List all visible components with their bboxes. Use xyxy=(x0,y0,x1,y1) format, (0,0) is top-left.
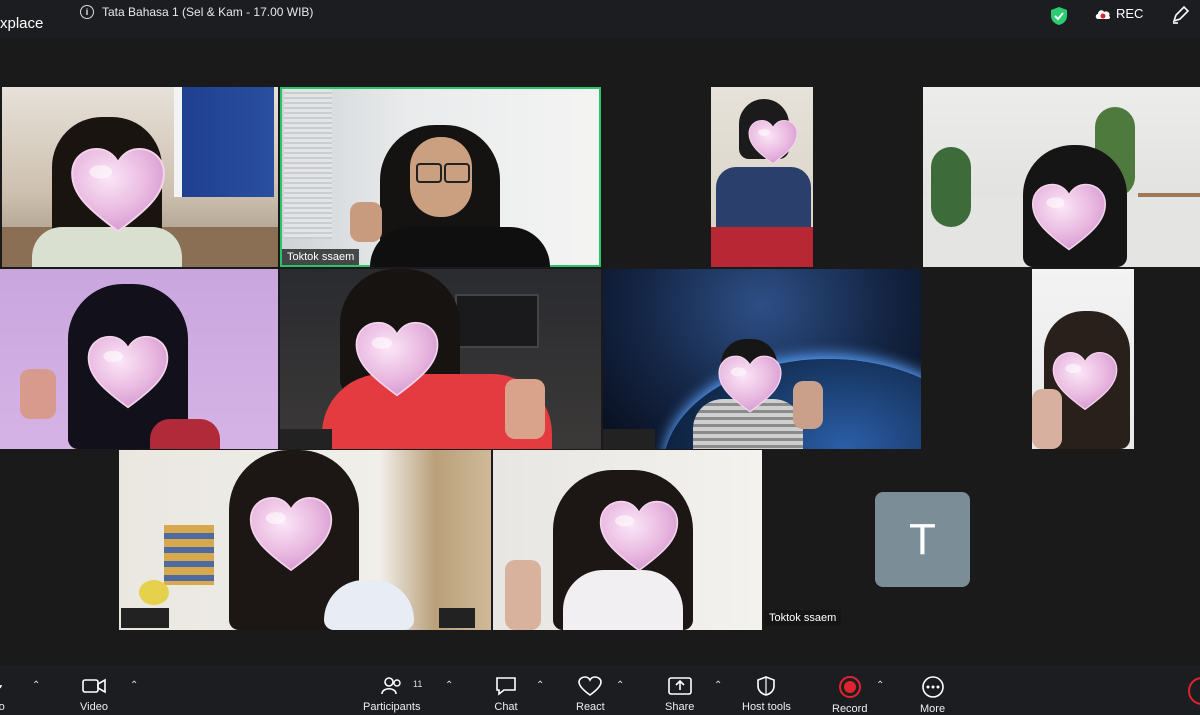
meeting-controls-bar: udio ⌃ Video ⌃ Participants 11 ⌃ Chat ⌃ … xyxy=(0,665,1200,715)
share-button[interactable]: Share xyxy=(665,675,694,713)
react-options-caret-icon[interactable]: ⌃ xyxy=(616,680,624,691)
participant-name-label-empty xyxy=(439,608,475,628)
record-options-caret-icon[interactable]: ⌃ xyxy=(876,680,884,691)
video-label: Video xyxy=(80,701,108,713)
face-heart-sticker xyxy=(1031,183,1107,251)
face-heart-sticker xyxy=(1052,351,1118,411)
audio-options-caret-icon[interactable]: ⌃ xyxy=(32,680,40,691)
face-heart-sticker xyxy=(86,335,170,409)
video-tile-participant-7[interactable] xyxy=(603,269,921,449)
heart-react-icon xyxy=(578,676,603,696)
host-tools-label: Host tools xyxy=(742,701,791,713)
face-heart-sticker xyxy=(70,147,166,233)
share-screen-icon xyxy=(667,677,692,695)
more-dots-icon xyxy=(921,676,944,698)
rec-label: REC xyxy=(1116,6,1144,21)
participant-name-label: Toktok ssaem xyxy=(282,249,360,265)
avatar-initial: T xyxy=(909,514,936,564)
shield-host-tools-icon xyxy=(757,676,776,696)
face-heart-sticker xyxy=(748,119,798,165)
video-button[interactable]: Video xyxy=(80,675,108,713)
share-label: Share xyxy=(665,701,695,713)
video-tile-active-speaker[interactable]: Toktok ssaem xyxy=(280,87,601,267)
security-shield-icon[interactable] xyxy=(1050,6,1068,31)
audio-label: udio xyxy=(0,701,5,713)
record-label: Record xyxy=(832,703,868,715)
audio-button[interactable]: udio xyxy=(0,675,5,713)
record-button[interactable]: Record xyxy=(832,675,867,715)
video-options-caret-icon[interactable]: ⌃ xyxy=(130,680,138,691)
more-button[interactable]: More xyxy=(920,675,945,715)
participant-name-label-empty xyxy=(121,608,169,628)
face-heart-sticker xyxy=(599,500,679,572)
face-heart-sticker xyxy=(717,355,783,413)
avatar-participant-name-label: Toktok ssaem xyxy=(764,610,842,626)
chat-button[interactable]: Chat xyxy=(494,675,518,713)
face-heart-sticker xyxy=(249,496,333,572)
app-name: xplace xyxy=(0,15,44,32)
meeting-info[interactable]: i Tata Bahasa 1 (Sel & Kam - 17.00 WIB) xyxy=(80,5,313,19)
video-tile-participant-6[interactable] xyxy=(280,269,601,449)
video-tile-participant-8[interactable] xyxy=(1032,269,1134,449)
react-button[interactable]: React xyxy=(576,675,605,713)
participants-options-caret-icon[interactable]: ⌃ xyxy=(445,680,453,691)
video-tile-participant-1[interactable] xyxy=(2,87,278,267)
chat-options-caret-icon[interactable]: ⌃ xyxy=(536,680,544,691)
face-heart-sticker xyxy=(354,321,440,397)
video-tile-participant-3[interactable] xyxy=(711,87,813,267)
more-label: More xyxy=(920,703,946,715)
cloud-record-icon xyxy=(1095,9,1111,19)
leave-button-partial[interactable] xyxy=(1188,677,1200,705)
info-icon[interactable]: i xyxy=(80,5,94,19)
record-icon xyxy=(838,676,861,698)
meeting-title: Tata Bahasa 1 (Sel & Kam - 17.00 WIB) xyxy=(102,5,314,19)
chat-label: Chat xyxy=(494,701,518,713)
video-tile-participant-4[interactable] xyxy=(923,87,1200,267)
share-options-caret-icon[interactable]: ⌃ xyxy=(714,680,722,691)
react-label: React xyxy=(576,701,605,713)
chat-bubble-icon xyxy=(496,677,516,696)
host-tools-button[interactable]: Host tools xyxy=(742,675,791,713)
participant-name-label-empty xyxy=(280,429,332,449)
recording-indicator[interactable]: REC xyxy=(1094,6,1143,21)
video-tile-participant-5[interactable] xyxy=(0,269,278,449)
video-tile-participant-9[interactable] xyxy=(119,450,491,630)
participants-label: Participants xyxy=(363,701,421,713)
video-tile-participant-10[interactable] xyxy=(493,450,762,630)
video-camera-icon xyxy=(82,678,106,694)
microphone-icon xyxy=(0,684,3,689)
participants-count-badge: 11 xyxy=(413,679,423,689)
participants-button[interactable]: Participants xyxy=(363,675,420,713)
participant-name-label-empty xyxy=(603,429,655,449)
participant-avatar[interactable]: T xyxy=(875,492,970,587)
annotate-pen-icon[interactable] xyxy=(1170,5,1190,30)
participants-icon xyxy=(380,677,401,695)
top-bar: xplace i Tata Bahasa 1 (Sel & Kam - 17.0… xyxy=(0,0,1200,38)
